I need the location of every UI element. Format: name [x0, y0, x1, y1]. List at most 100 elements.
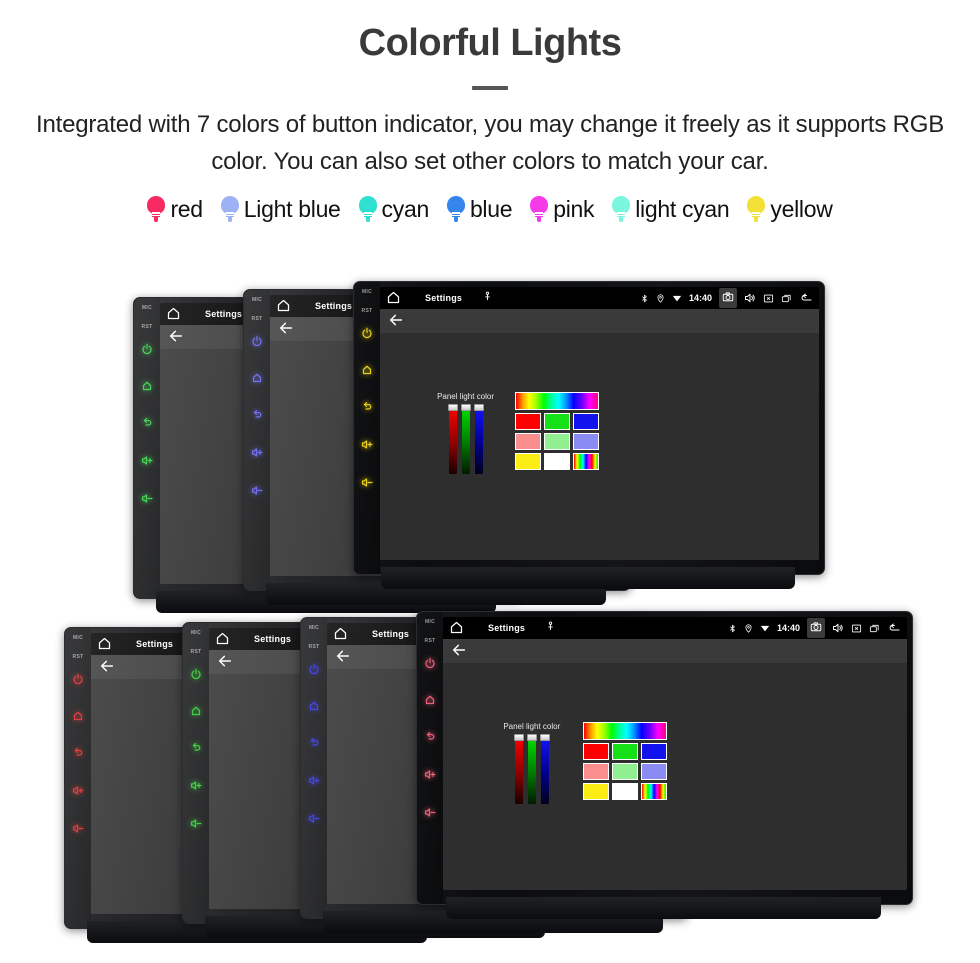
hw-button-home[interactable]: [141, 380, 153, 395]
slider-thumb-green[interactable]: [526, 734, 537, 742]
hw-button-back[interactable]: [141, 417, 153, 432]
swatch-light-green[interactable]: [611, 763, 638, 781]
hw-button-power[interactable]: [72, 673, 84, 688]
home-icon[interactable]: [276, 298, 291, 315]
home-icon[interactable]: [333, 626, 348, 643]
hw-button-volume-down[interactable]: [424, 806, 437, 822]
hw-button-volume-up[interactable]: [72, 784, 85, 800]
swatch-light-green[interactable]: [544, 433, 571, 451]
panel-light-color-label: Panel light color: [437, 392, 494, 402]
swatch-white[interactable]: [544, 453, 571, 471]
hw-button-power[interactable]: [424, 657, 436, 672]
hw-button-volume-up[interactable]: [190, 779, 203, 795]
hw-button-volume-down[interactable]: [251, 484, 264, 500]
hw-button-power[interactable]: [190, 668, 202, 683]
hw-button-power[interactable]: [141, 343, 153, 358]
home-icon[interactable]: [166, 306, 181, 323]
slider-blue[interactable]: [473, 404, 484, 475]
back-arrow-button[interactable]: [278, 320, 294, 339]
swatch-green[interactable]: [544, 413, 571, 431]
slider-green[interactable]: [526, 734, 537, 805]
home-icon[interactable]: [215, 631, 230, 648]
hw-button-back[interactable]: [251, 409, 263, 424]
hw-button-home[interactable]: [424, 694, 436, 709]
back-arrow-button[interactable]: [217, 653, 233, 672]
hw-button-power[interactable]: [361, 327, 373, 342]
hw-button-volume-down[interactable]: [72, 822, 85, 838]
swatch-white[interactable]: [611, 783, 638, 801]
swatch-blue[interactable]: [640, 743, 667, 761]
hw-button-volume-up[interactable]: [424, 768, 437, 784]
swatch-spectrum-bar[interactable]: [515, 392, 600, 411]
swatch-salmon[interactable]: [515, 433, 542, 451]
volume-icon[interactable]: [832, 622, 844, 634]
back-icon[interactable]: [799, 291, 813, 305]
hw-button-home[interactable]: [308, 700, 320, 715]
back-arrow-button[interactable]: [335, 648, 351, 667]
back-icon[interactable]: [887, 621, 901, 635]
swatch-yellow[interactable]: [582, 783, 609, 801]
hw-button-home[interactable]: [190, 705, 202, 720]
swatch-rainbow[interactable]: [573, 453, 600, 471]
hw-button-volume-up[interactable]: [308, 774, 321, 790]
hw-button-back[interactable]: [308, 737, 320, 752]
slider-red[interactable]: [513, 734, 524, 805]
hw-button-volume-down[interactable]: [308, 812, 321, 828]
hw-button-home[interactable]: [361, 364, 373, 379]
close-icon[interactable]: [763, 293, 774, 304]
hw-button-volume-down[interactable]: [141, 492, 154, 508]
hw-button-back[interactable]: [72, 747, 84, 762]
camera-icon[interactable]: [719, 288, 737, 308]
swatch-yellow[interactable]: [515, 453, 542, 471]
swatch-red[interactable]: [582, 743, 609, 761]
hw-button-power[interactable]: [308, 663, 320, 678]
swatch-rainbow[interactable]: [640, 783, 667, 801]
back-arrow-button[interactable]: [99, 658, 115, 677]
home-icon[interactable]: [449, 620, 464, 637]
hw-button-volume-down[interactable]: [190, 817, 203, 833]
camera-icon[interactable]: [807, 618, 825, 638]
swatch-spectrum-bar[interactable]: [582, 722, 667, 741]
close-icon[interactable]: [851, 623, 862, 634]
rgb-slider-group: Panel light color: [437, 392, 494, 475]
microphone-icon[interactable]: [482, 291, 493, 305]
hw-button-volume-down[interactable]: [361, 476, 374, 492]
slider-thumb-red[interactable]: [447, 404, 458, 412]
recents-icon[interactable]: [781, 293, 792, 304]
hw-button-volume-up[interactable]: [251, 446, 264, 462]
swatch-red[interactable]: [515, 413, 542, 431]
microphone-icon[interactable]: [545, 621, 556, 635]
hw-button-home[interactable]: [72, 710, 84, 725]
home-icon[interactable]: [386, 290, 401, 307]
recents-icon[interactable]: [869, 623, 880, 634]
hw-button-volume-up[interactable]: [141, 454, 154, 470]
car-radio-unit[interactable]: MIC RST Settings 14:40 Panel light color: [416, 611, 913, 919]
hw-button-back[interactable]: [361, 401, 373, 416]
swatch-green[interactable]: [611, 743, 638, 761]
slider-red[interactable]: [447, 404, 458, 475]
hw-button-volume-up[interactable]: [361, 438, 374, 454]
slider-thumb-blue[interactable]: [539, 734, 550, 742]
back-arrow-button[interactable]: [451, 642, 467, 661]
slider-blue[interactable]: [539, 734, 550, 805]
back-arrow-button[interactable]: [388, 312, 404, 331]
home-icon[interactable]: [97, 636, 112, 653]
back-arrow-button[interactable]: [168, 328, 184, 347]
slider-thumb-red[interactable]: [513, 734, 524, 742]
swatch-periwinkle[interactable]: [573, 433, 600, 451]
swatch-blue[interactable]: [573, 413, 600, 431]
slider-thumb-blue[interactable]: [473, 404, 484, 412]
hw-button-back[interactable]: [424, 731, 436, 746]
hw-button-back[interactable]: [190, 742, 202, 757]
rst-label: RST: [141, 324, 153, 330]
swatch-periwinkle[interactable]: [640, 763, 667, 781]
touchscreen[interactable]: Settings 14:40 Panel light color: [380, 287, 819, 560]
swatch-salmon[interactable]: [582, 763, 609, 781]
volume-icon[interactable]: [744, 292, 756, 304]
slider-thumb-green[interactable]: [460, 404, 471, 412]
touchscreen[interactable]: Settings 14:40 Panel light color: [443, 617, 907, 890]
hw-button-power[interactable]: [251, 335, 263, 350]
slider-green[interactable]: [460, 404, 471, 475]
hw-button-home[interactable]: [251, 372, 263, 387]
car-radio-unit[interactable]: MIC RST Settings 14:40 Panel light color: [353, 281, 825, 589]
